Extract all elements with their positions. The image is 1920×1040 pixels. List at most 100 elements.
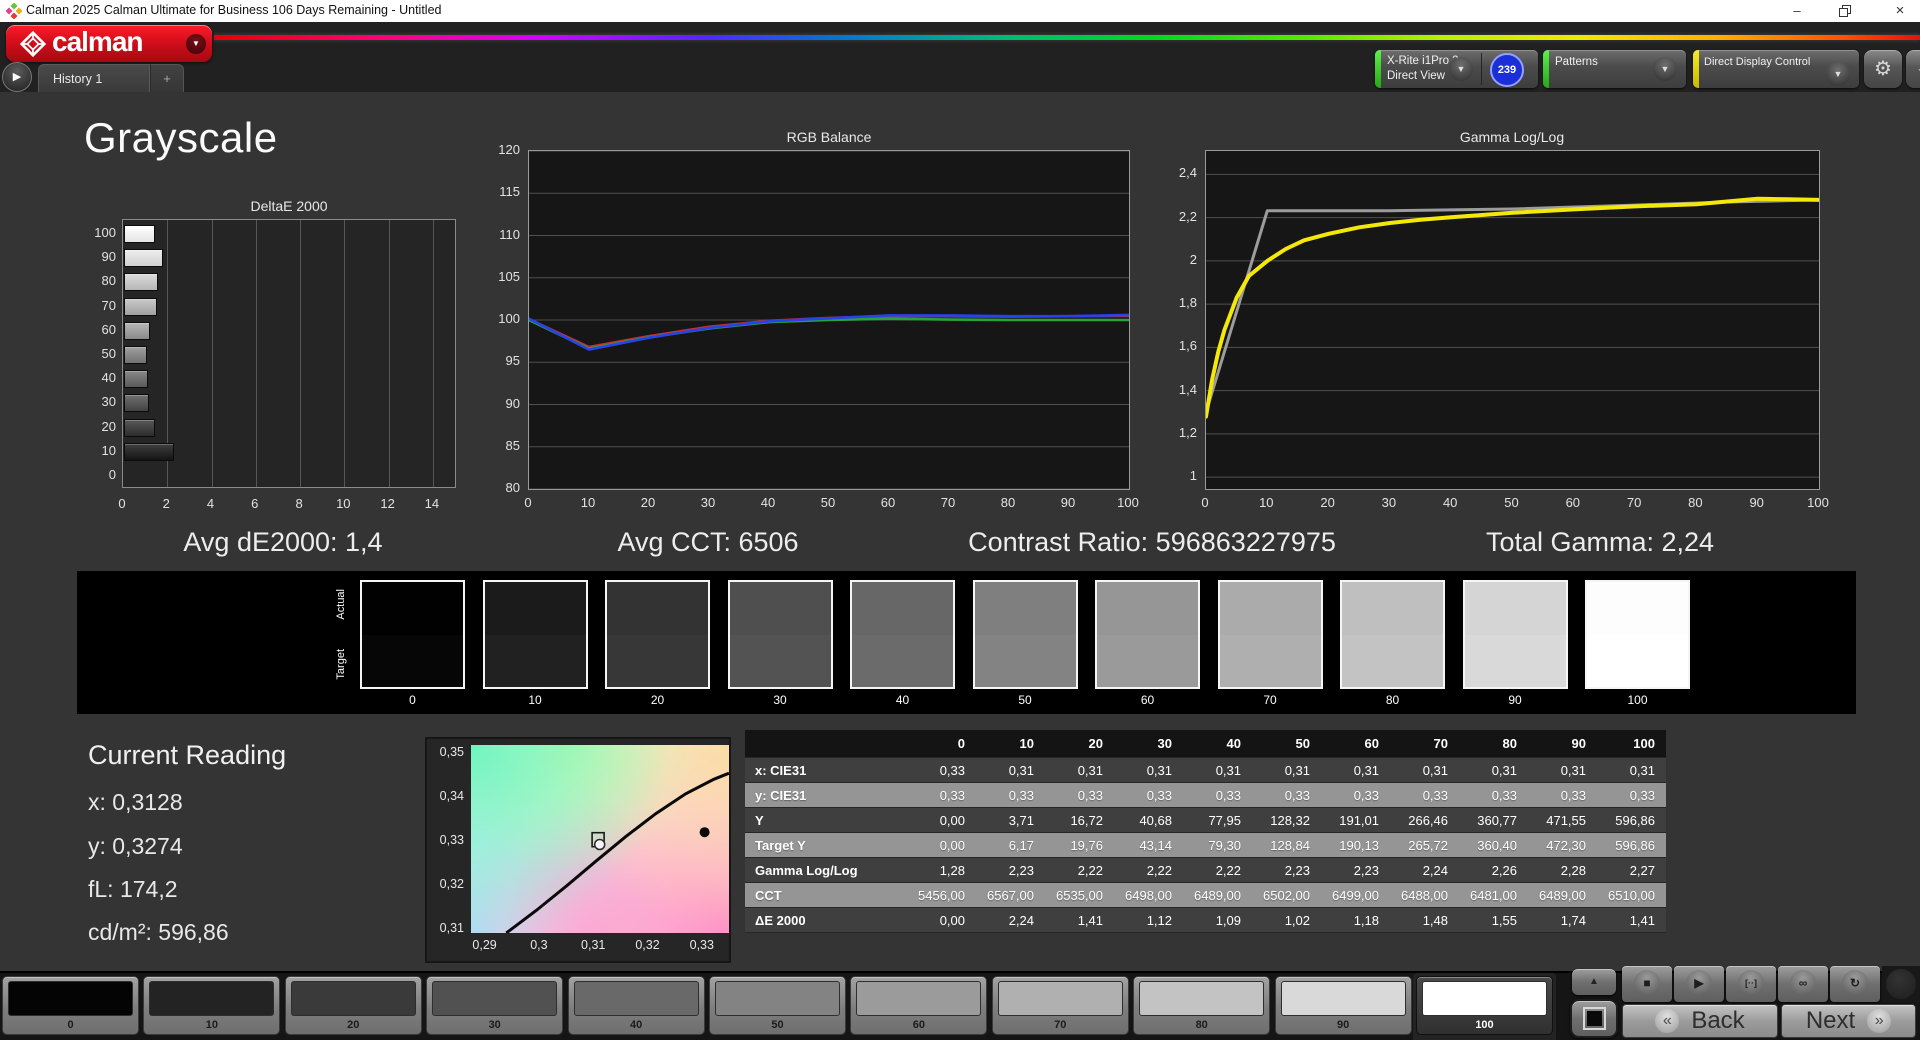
table-row-label: ΔE 2000 — [745, 908, 907, 933]
table-cell: 0,31 — [1597, 758, 1666, 783]
patterns-dropdown[interactable]: Patterns ▼ — [1543, 50, 1686, 88]
pattern-button-0[interactable]: 0 — [2, 976, 139, 1035]
strip-level-label: 80 — [1385, 693, 1400, 707]
display-control-dropdown[interactable]: Direct Display Control ▼ — [1693, 50, 1859, 88]
stat-avg-cct: Avg CCT: 6506 — [617, 527, 799, 557]
table-row: Y 0,00 3,71 16,72 40,68 77,95 128,32 191,01 266,… — [745, 808, 1666, 833]
strip-target-label: Target — [335, 649, 347, 680]
pattern-swatch — [1280, 981, 1406, 1016]
rgb-xtick: 0 — [524, 495, 532, 510]
pattern-button-60[interactable]: 60 — [850, 976, 988, 1035]
pattern-button-70[interactable]: 70 — [991, 976, 1129, 1035]
tab-history-1[interactable]: History 1 — [38, 64, 150, 92]
strip-actual-label: Actual — [335, 589, 347, 620]
patterns-label: Patterns — [1555, 56, 1598, 68]
rgb-ytick: 85 — [505, 437, 520, 453]
strip-swatch-50 — [972, 580, 1078, 689]
cie-xtick: 0,32 — [635, 938, 660, 952]
close-button[interactable]: × — [1880, 0, 1920, 22]
table-cell: 1,48 — [1390, 908, 1459, 933]
minimize-button[interactable]: – — [1777, 0, 1817, 22]
settings-button[interactable]: ⚙ — [1864, 50, 1902, 88]
strip-level-label: 20 — [650, 693, 665, 707]
table-col-header: 20 — [1045, 730, 1114, 758]
next-label: Next — [1805, 1007, 1856, 1034]
restore-button[interactable] — [1825, 0, 1865, 22]
table-cell: 1,41 — [1045, 908, 1114, 933]
pattern-button-10[interactable]: 10 — [143, 976, 281, 1035]
table-col-header: 80 — [1459, 730, 1528, 758]
restore-icon — [1839, 5, 1851, 17]
deltae-gridline — [300, 220, 302, 487]
status-led — [1886, 969, 1916, 999]
display-control-chevron-icon[interactable]: ▼ — [1826, 62, 1850, 86]
pattern-swatch — [715, 981, 840, 1016]
table-row-label: y: CIE31 — [745, 783, 907, 808]
back-button[interactable]: « Back — [1622, 1004, 1778, 1038]
strip-swatch-20 — [605, 580, 710, 689]
pattern-window-button[interactable]: [··] — [1726, 966, 1776, 1002]
pattern-label: 0 — [67, 1019, 74, 1031]
pattern-swatch — [149, 981, 275, 1016]
table-cell: 6567,00 — [976, 883, 1045, 908]
pattern-label: 40 — [629, 1019, 643, 1031]
table-cell: 2,23 — [1321, 858, 1390, 883]
strip-swatch-actual — [974, 582, 1076, 635]
meter-dropdown[interactable]: X-Rite i1Pro 2 Direct View ▼ 239 — [1375, 50, 1538, 88]
table-cell: 2,23 — [1252, 858, 1321, 883]
deltae-xtick: 2 — [162, 496, 170, 511]
pattern-button-80[interactable]: 80 — [1133, 976, 1271, 1035]
table-cell: 2,27 — [1597, 858, 1666, 883]
pattern-button-20[interactable]: 20 — [284, 976, 422, 1035]
next-button[interactable]: Next » — [1781, 1004, 1916, 1038]
table-cell: 1,02 — [1252, 908, 1321, 933]
cie-chromaticity-chart — [471, 745, 730, 935]
pattern-button-90[interactable]: 90 — [1274, 976, 1412, 1035]
logo-chevron-icon[interactable]: ▼ — [186, 34, 206, 54]
stat-contrast-ratio: Contrast Ratio: 596863227975 — [968, 527, 1336, 557]
deltae-ytick: 50 — [101, 346, 116, 361]
pattern-button-100[interactable]: 100 — [1416, 976, 1553, 1035]
window-title: Calman 2025 Calman Ultimate for Business… — [26, 3, 442, 17]
pattern-button-30[interactable]: 30 — [426, 976, 564, 1035]
meter-chevron-icon[interactable]: ▼ — [1449, 57, 1473, 81]
table-cell: 128,32 — [1252, 808, 1321, 833]
table-col-header: 60 — [1321, 730, 1390, 758]
table-cell: 0,31 — [1390, 758, 1459, 783]
patterns-chevron-icon[interactable]: ▼ — [1653, 57, 1677, 81]
next-arrow-icon: » — [1867, 1009, 1892, 1033]
collapse-panel-button[interactable]: ◀ — [1906, 50, 1920, 88]
deltae-bar-60 — [124, 321, 151, 340]
table-cell: 40,68 — [1114, 808, 1183, 833]
table-cell: 19,76 — [1045, 833, 1114, 858]
play-button[interactable]: ▶ — [1674, 966, 1724, 1002]
strip-swatch-0 — [360, 580, 465, 689]
rgb-ytick: 105 — [498, 268, 520, 284]
stop-icon: ■ — [1634, 970, 1660, 996]
table-cell: 471,55 — [1528, 808, 1597, 833]
refresh-button[interactable]: ↻ — [1830, 966, 1880, 1002]
rgb-balance-chart — [527, 150, 1131, 490]
strip-swatch-30 — [727, 580, 833, 689]
calman-logo-button[interactable]: calman ▼ — [6, 25, 212, 62]
tab-menu-button[interactable]: ▶ — [2, 62, 32, 92]
deltae-bar-30 — [124, 394, 149, 413]
pattern-swatch — [1422, 981, 1547, 1016]
stop-button[interactable]: ■ — [1622, 966, 1672, 1002]
pattern-window-button[interactable] — [1570, 999, 1618, 1038]
pattern-button-40[interactable]: 40 — [567, 976, 705, 1035]
continuous-button[interactable]: ∞ — [1778, 966, 1828, 1002]
strip-swatch-actual — [852, 582, 953, 635]
deltae-bar-50 — [124, 346, 147, 364]
strip-swatch-target — [362, 634, 463, 687]
strip-swatch-target — [974, 634, 1076, 687]
calman-logo-text: calman — [52, 26, 143, 57]
gamma-xtick: 0 — [1201, 495, 1209, 510]
table-cell: 128,84 — [1252, 833, 1321, 858]
deltae-ytick: 90 — [101, 249, 116, 265]
add-tab-button[interactable]: + — [150, 64, 184, 92]
pattern-size-up-button[interactable]: ▲ — [1572, 969, 1616, 995]
gamma-xtick: 80 — [1688, 495, 1703, 510]
table-col-header: 70 — [1390, 730, 1459, 758]
pattern-button-50[interactable]: 50 — [709, 976, 846, 1035]
